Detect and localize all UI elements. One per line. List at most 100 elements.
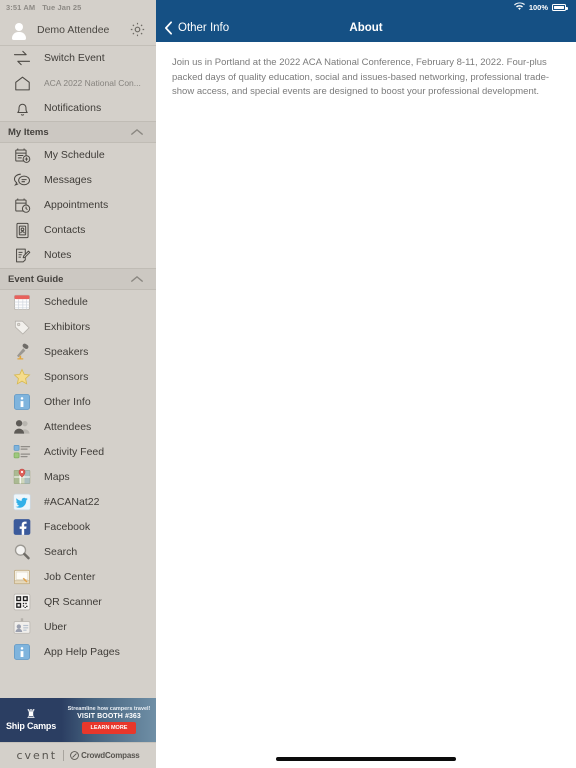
sidebar-item-label: Notes [44, 249, 72, 261]
calendar-plus-icon [10, 144, 34, 166]
sidebar-item-switch-event[interactable]: Switch Event [0, 46, 156, 71]
chat-bubbles-icon [10, 169, 34, 191]
sidebar-item-notifications[interactable]: Notifications [0, 96, 156, 121]
sidebar-item-qr-scanner[interactable]: QR Scanner [0, 590, 156, 615]
contact-card-icon [10, 219, 34, 241]
sidebar-item-attendees[interactable]: Attendees [0, 415, 156, 440]
sidebar-item-twitter-hashtag[interactable]: #ACANat22 [0, 490, 156, 515]
branding-footer: cvent CrowdCompass [0, 742, 156, 768]
sidebar-item-current-event[interactable]: ACA 2022 National Con... [0, 71, 156, 96]
ad-banner[interactable]: ♜ Ship Camps Streamline how campers trav… [0, 698, 156, 742]
main-status-bar: 100% [156, 0, 576, 14]
crowdcompass-group: CrowdCompass [70, 747, 140, 765]
battery-full-icon [552, 3, 568, 11]
sidebar-item-job-center[interactable]: Job Center [0, 565, 156, 590]
sidebar-item-label: Maps [44, 471, 70, 483]
home-indicator[interactable] [276, 757, 456, 761]
wifi-icon [513, 2, 525, 13]
back-button-label: Other Info [178, 22, 230, 34]
sidebar-item-label: Exhibitors [44, 321, 91, 333]
back-button[interactable]: Other Info [164, 21, 229, 35]
briefcase-icon [10, 566, 34, 588]
sidebar-item-label: QR Scanner [44, 596, 102, 608]
sidebar-item-label: My Schedule [44, 149, 105, 161]
calendar-clock-icon [10, 194, 34, 216]
info-icon [10, 641, 34, 663]
microphone-icon [10, 341, 34, 363]
battery-percent-label: 100% [528, 2, 548, 12]
sidebar-item-label: Contacts [44, 224, 86, 236]
ad-cta-button[interactable]: LEARN MORE [81, 722, 137, 734]
sidebar-item-label: App Help Pages [44, 646, 120, 658]
person-avatar-icon [10, 21, 28, 40]
sidebar-item-label: Messages [44, 174, 92, 186]
sidebar-status-bar: 3:51 AM Tue Jan 25 [0, 0, 156, 14]
camp-trunk-icon: ♜ [25, 707, 37, 721]
sidebar-item-label: ACA 2022 National Con... [44, 78, 141, 88]
sidebar-item-app-help-pages[interactable]: App Help Pages [0, 640, 156, 665]
sidebar-item-uber[interactable]: Uber [0, 615, 156, 640]
sidebar-item-appointments[interactable]: Appointments [0, 193, 156, 218]
sidebar-item-label: #ACANat22 [44, 496, 100, 508]
sidebar-item-messages[interactable]: Messages [0, 168, 156, 193]
id-badge-icon [10, 616, 34, 638]
sidebar-item-label: Job Center [44, 571, 96, 583]
activity-feed-icon [10, 441, 34, 463]
status-time: 3:51 AM [6, 2, 36, 12]
note-pencil-icon [10, 244, 34, 266]
crowdcompass-label: CrowdCompass [81, 751, 140, 760]
sidebar: 3:51 AM Tue Jan 25 Demo Attendee Switch … [0, 0, 156, 768]
tag-icon [10, 316, 34, 338]
ad-message: Streamline how campers travel! VISIT BOO… [62, 698, 156, 742]
home-outline-icon [10, 72, 34, 94]
about-description: Join us in Portland at the 2022 ACA Nati… [172, 57, 550, 98]
sidebar-item-label: Speakers [44, 346, 89, 358]
sidebar-item-contacts[interactable]: Contacts [0, 218, 156, 243]
ad-line-2: VISIT BOOTH #363 [77, 713, 141, 720]
sidebar-footer: ♜ Ship Camps Streamline how campers trav… [0, 698, 156, 768]
chevron-left-icon [164, 21, 173, 35]
sidebar-item-speakers[interactable]: Speakers [0, 340, 156, 365]
sidebar-item-label: Other Info [44, 396, 91, 408]
ad-brand: ♜ Ship Camps [0, 698, 62, 742]
navigation-bar: Other Info About [156, 14, 576, 42]
qr-code-icon [10, 591, 34, 613]
sidebar-item-facebook[interactable]: Facebook [0, 515, 156, 540]
section-header-event-guide[interactable]: Event Guide [0, 268, 156, 290]
sidebar-item-sponsors[interactable]: Sponsors [0, 365, 156, 390]
sidebar-item-maps[interactable]: Maps [0, 465, 156, 490]
sidebar-item-other-info[interactable]: Other Info [0, 390, 156, 415]
gear-icon[interactable] [129, 21, 146, 38]
sidebar-item-label: Activity Feed [44, 446, 105, 458]
sidebar-item-label: Notifications [44, 102, 102, 114]
chevron-up-icon[interactable] [130, 128, 144, 136]
sidebar-item-schedule[interactable]: Schedule [0, 290, 156, 315]
sidebar-item-label: Appointments [44, 199, 109, 211]
sidebar-item-exhibitors[interactable]: Exhibitors [0, 315, 156, 340]
sidebar-item-label: Schedule [44, 296, 88, 308]
switch-arrows-icon [10, 47, 34, 69]
sidebar-item-activity-feed[interactable]: Activity Feed [0, 440, 156, 465]
sidebar-item-search[interactable]: Search [0, 540, 156, 565]
footer-divider [63, 750, 65, 761]
calendar-icon [10, 291, 34, 313]
profile-row[interactable]: Demo Attendee [0, 14, 156, 46]
chevron-up-icon[interactable] [130, 275, 144, 283]
ad-brand-label: Ship Camps [5, 721, 56, 731]
sidebar-item-label: Facebook [44, 521, 91, 533]
sidebar-item-label: Search [44, 546, 78, 558]
facebook-icon [10, 516, 34, 538]
main-panel: 100% Other Info About Join us in Portlan… [156, 0, 576, 768]
sidebar-item-notes[interactable]: Notes [0, 243, 156, 268]
section-header-my-items[interactable]: My Items [0, 121, 156, 143]
bell-outline-icon [10, 97, 34, 119]
info-icon [10, 391, 34, 413]
sidebar-menu: Switch Event ACA 2022 National Con... No… [0, 46, 156, 768]
sidebar-item-my-schedule[interactable]: My Schedule [0, 143, 156, 168]
section-title: Event Guide [8, 273, 64, 285]
twitter-icon [10, 491, 34, 513]
cvent-logo: cvent [16, 749, 58, 762]
star-icon [10, 366, 34, 388]
top-bar: 100% Other Info About [156, 0, 576, 42]
app-root: 3:51 AM Tue Jan 25 Demo Attendee Switch … [0, 0, 576, 768]
